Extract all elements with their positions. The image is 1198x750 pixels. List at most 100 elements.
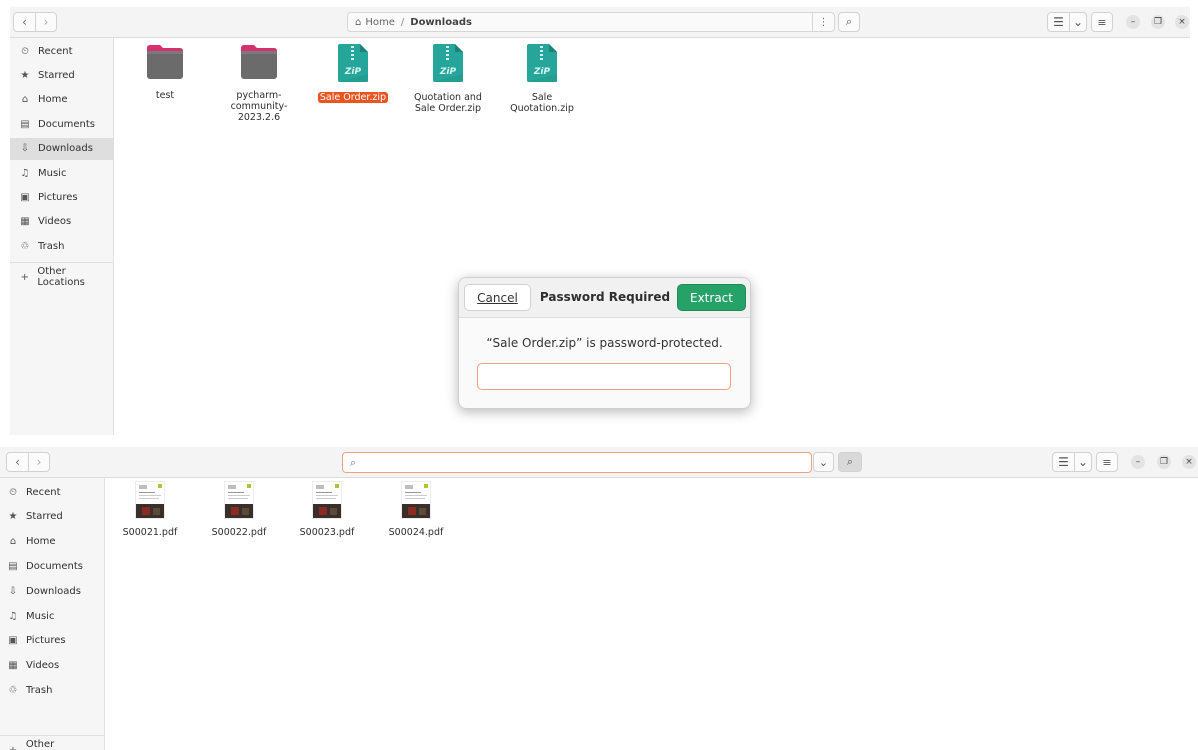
back-icon[interactable]: ‹ [7,453,28,471]
password-dialog: Cancel Password Required Extract “Sale O… [458,277,751,409]
sidebar-item-downloads[interactable]: ⇩ Downloads [0,580,104,602]
pdf-thumbnail-icon [224,481,254,519]
file-name: Sale Order.zip [317,92,389,103]
path-menu-icon[interactable]: ⋮ [812,13,834,31]
path-bar[interactable]: ⌂ Home / Downloads ⋮ [347,12,835,32]
path-current[interactable]: Downloads [410,17,472,28]
sidebar-item-pictures[interactable]: ▣ Pictures [0,630,104,652]
zip-label: ZiP [439,67,457,77]
zip-label: ZiP [344,67,362,77]
sidebar-item-music[interactable]: ♫ Music [10,162,113,184]
home-icon: ⌂ [9,536,17,548]
folder-item[interactable]: pycharm-community-2023.2.6 [219,44,299,123]
pdf-file-item[interactable]: S00023.pdf [287,481,367,538]
home-icon: ⌂ [21,94,29,106]
sidebar-item-label: Downloads [26,585,81,597]
music-icon: ♫ [8,610,18,622]
sidebar-item-label: Trash [38,240,65,252]
chevron-down-icon[interactable]: ⌄ [1074,453,1091,471]
sidebar-item-other-locations[interactable]: + Other Locations [10,266,113,288]
search-field[interactable]: ⌕ [342,452,812,473]
sidebar-item-trash[interactable]: ♲ Trash [10,235,113,257]
sidebar-item-home[interactable]: ⌂ Home [0,531,104,553]
extract-button[interactable]: Extract [677,284,746,311]
file-name: pycharm-community-2023.2.6 [230,90,288,123]
sidebar: ⏲ Recent ★ Starred ⌂ Home ▤ Documents ⇩ Downloads… [0,478,105,750]
sidebar-item-label: Videos [26,660,60,672]
forward-icon[interactable]: › [35,13,56,31]
close-icon[interactable]: × [1182,455,1196,469]
password-input[interactable] [477,363,731,390]
pdf-thumbnail-icon [135,481,165,519]
home-icon: ⌂ [355,16,362,28]
pdf-file-item[interactable]: S00024.pdf [376,481,456,538]
sidebar-item-music[interactable]: ♫ Music [0,605,104,627]
search-icon: ⌕ [845,15,853,28]
search-options-button[interactable]: ⌄ [813,452,834,472]
sidebar-item-label: Music [26,610,55,622]
chevron-down-icon: ⌄ [818,455,829,469]
pdf-thumbnail-icon [312,481,342,519]
picture-icon: ▣ [20,191,30,203]
main-menu-button[interactable]: ≡ [1091,12,1113,32]
restore-icon[interactable]: ❐ [1151,15,1165,29]
pdf-file-item[interactable]: S00022.pdf [199,481,279,538]
sidebar-item-label: Trash [26,684,53,696]
sidebar-item-other-locations[interactable]: + Other Locations [0,739,104,750]
folder-item[interactable]: test [125,44,205,101]
list-view-icon[interactable]: ☰ [1053,453,1074,471]
path-home[interactable]: Home [365,17,395,28]
dialog-message: “Sale Order.zip” is password-protected. [486,336,723,350]
back-icon[interactable]: ‹ [14,13,35,31]
sidebar-item-starred[interactable]: ★ Starred [10,64,113,86]
sidebar-item-recent[interactable]: ⏲ Recent [0,481,104,503]
sidebar-item-trash[interactable]: ♲ Trash [0,679,104,701]
sidebar-item-videos[interactable]: ▦ Videos [10,211,113,233]
sidebar-item-label: Pictures [38,191,78,203]
pdf-file-item[interactable]: S00021.pdf [110,481,190,538]
restore-icon[interactable]: ❐ [1157,455,1171,469]
sidebar-item-documents[interactable]: ▤ Documents [0,555,104,577]
zip-file-item[interactable]: ZiP Sale Quotation.zip [502,44,582,114]
close-icon[interactable]: × [1175,15,1189,29]
search-input[interactable] [362,454,783,471]
sidebar-item-label: Starred [26,511,63,523]
zip-archive-icon: ZiP [527,44,557,82]
sidebar-item-starred[interactable]: ★ Starred [0,506,104,528]
sidebar-item-recent[interactable]: ⏲ Recent [10,40,113,62]
sidebar-item-pictures[interactable]: ▣ Pictures [10,186,113,208]
search-button[interactable]: ⌕ [838,12,860,32]
sidebar-item-videos[interactable]: ▦ Videos [0,655,104,677]
cancel-button[interactable]: Cancel [464,284,531,311]
forward-icon[interactable]: › [28,453,49,471]
chevron-down-icon[interactable]: ⌄ [1069,13,1086,31]
sidebar-item-label: Other Locations [25,739,55,750]
minimize-icon[interactable]: – [1131,455,1145,469]
sidebar-item-downloads[interactable]: ⇩ Downloads [10,137,113,160]
picture-icon: ▣ [8,635,18,647]
sidebar-item-label: Downloads [38,143,93,155]
sidebar-item-label: Music [38,167,67,179]
file-name: test [155,90,175,101]
zip-file-item[interactable]: ZiP Quotation and Sale Order.zip [408,44,488,114]
sidebar-divider [10,262,113,263]
zip-file-item[interactable]: ZiP Sale Order.zip [313,44,393,103]
headerbar: ‹ › ⌕ ⌄ ⌕ ☰ ⌄ ≡ – ❐ × [0,447,1198,478]
file-name: S00023.pdf [299,527,355,538]
folder-icon [241,45,277,79]
file-name: Sale Quotation.zip [510,92,574,114]
sidebar-item-label: Documents [26,560,84,572]
file-name: S00021.pdf [122,527,178,538]
menu-icon: ≡ [1102,455,1112,469]
trash-icon: ♲ [8,684,18,696]
sidebar-item-home[interactable]: ⌂ Home [10,89,113,111]
star-icon: ★ [20,69,30,81]
sidebar-item-documents[interactable]: ▤ Documents [10,113,113,135]
minimize-icon[interactable]: – [1126,15,1140,29]
path-separator: / [400,16,405,28]
main-menu-button[interactable]: ≡ [1096,452,1118,472]
list-view-icon[interactable]: ☰ [1048,13,1069,31]
music-icon: ♫ [20,167,30,179]
sidebar-item-label: Pictures [26,635,66,647]
search-toggle-button[interactable]: ⌕ [838,452,862,472]
